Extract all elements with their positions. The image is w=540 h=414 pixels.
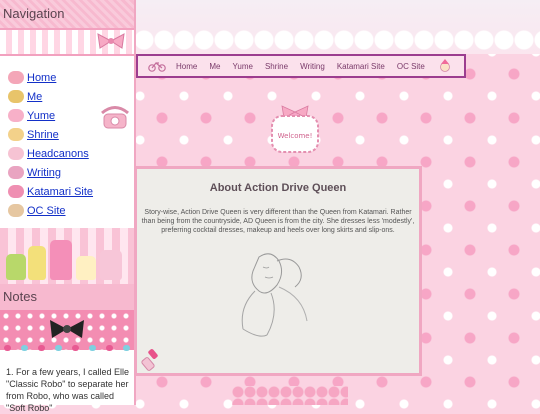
heart-icon: [4, 345, 11, 351]
perfume-bottle-icon: [76, 256, 96, 280]
top-navigation-bar: Home Me Yume Shrine Writing Katamari Sit…: [136, 54, 466, 78]
notes-heading: Notes: [0, 284, 137, 310]
topnav-link-oc-site[interactable]: OC Site: [397, 62, 425, 71]
telephone-icon: [101, 106, 129, 129]
donut-icon: [8, 71, 24, 84]
tiny-hearts-row: [4, 345, 130, 353]
navigation-heading: Navigation: [0, 0, 134, 28]
perfume-bottle-icon: [6, 254, 26, 280]
heart-icon: [106, 345, 113, 351]
topnav-link-shrine[interactable]: Shrine: [265, 62, 288, 71]
top-lace-decoration: [134, 0, 540, 54]
sidebar-item-oc-site: OC Site: [8, 201, 134, 220]
sweets-icon: [8, 109, 24, 122]
topnav-link-home[interactable]: Home: [176, 62, 197, 71]
cake-icon: [8, 128, 24, 141]
crown-bag-icon: [8, 90, 24, 103]
quill-icon: [8, 166, 24, 179]
perfume-bottle-icon: [28, 246, 46, 280]
perfume-bottle-icon: [100, 250, 122, 280]
candy-icon: [8, 147, 24, 160]
heart-icon: [55, 345, 62, 351]
queen-sketch-illustration: [219, 247, 329, 343]
bicycle-icon: [148, 62, 166, 72]
sidebar-link-shrine[interactable]: Shrine: [27, 129, 59, 141]
sidebar-item-home: Home: [8, 68, 134, 87]
topnav-link-katamari-site[interactable]: Katamari Site: [337, 62, 385, 71]
bow-icon: [97, 33, 125, 49]
topnav-link-me[interactable]: Me: [209, 62, 220, 71]
sidebar-link-yume[interactable]: Yume: [27, 110, 55, 122]
notes-text: 1. For a few years, I called Elle "Class…: [6, 367, 130, 413]
content-title: About Action Drive Queen: [209, 182, 347, 194]
sidebar-link-writing[interactable]: Writing: [27, 167, 61, 179]
clown-icon: [439, 59, 450, 72]
sidebar-item-katamari-site: Katamari Site: [8, 182, 134, 201]
perfume-decoration: [0, 228, 134, 284]
heart-icon: [38, 345, 45, 351]
flower-icon: [8, 185, 24, 198]
sidebar-link-home[interactable]: Home: [27, 72, 56, 84]
heart-icon: [72, 345, 79, 351]
lipstick-icon: [141, 349, 158, 371]
welcome-sign: Welcome!: [266, 104, 324, 154]
sidebar-link-me[interactable]: Me: [27, 91, 42, 103]
topnav-link-yume[interactable]: Yume: [232, 62, 252, 71]
sidebar-link-katamari-site[interactable]: Katamari Site: [27, 186, 93, 198]
heart-icon: [89, 345, 96, 351]
sidebar-nav-list: Home Me Yume Shrine Headcanons Writing K…: [0, 56, 134, 220]
sidebar: Navigation Home Me Yume Shrine Headcanon…: [0, 0, 137, 413]
lace-band-decoration: [0, 28, 134, 56]
sidebar-item-headcanons: Headcanons: [8, 144, 134, 163]
welcome-sign-graphic: Welcome!: [271, 105, 319, 153]
heart-icon: [21, 345, 28, 351]
ribbon-icon: [8, 204, 24, 217]
welcome-text: Welcome!: [278, 132, 313, 140]
black-bow-icon: [50, 320, 84, 338]
bottom-lace-decoration: [232, 386, 348, 405]
sidebar-link-oc-site[interactable]: OC Site: [27, 205, 66, 217]
topnav-link-writing[interactable]: Writing: [300, 62, 325, 71]
sidebar-link-headcanons[interactable]: Headcanons: [27, 148, 89, 160]
perfume-bottle-icon: [50, 240, 72, 280]
heart-icon: [123, 345, 130, 351]
content-body-text: Story-wise, Action Drive Queen is very d…: [141, 209, 415, 234]
sidebar-item-writing: Writing: [8, 163, 134, 182]
content-panel: About Action Drive Queen Story-wise, Act…: [134, 166, 422, 376]
